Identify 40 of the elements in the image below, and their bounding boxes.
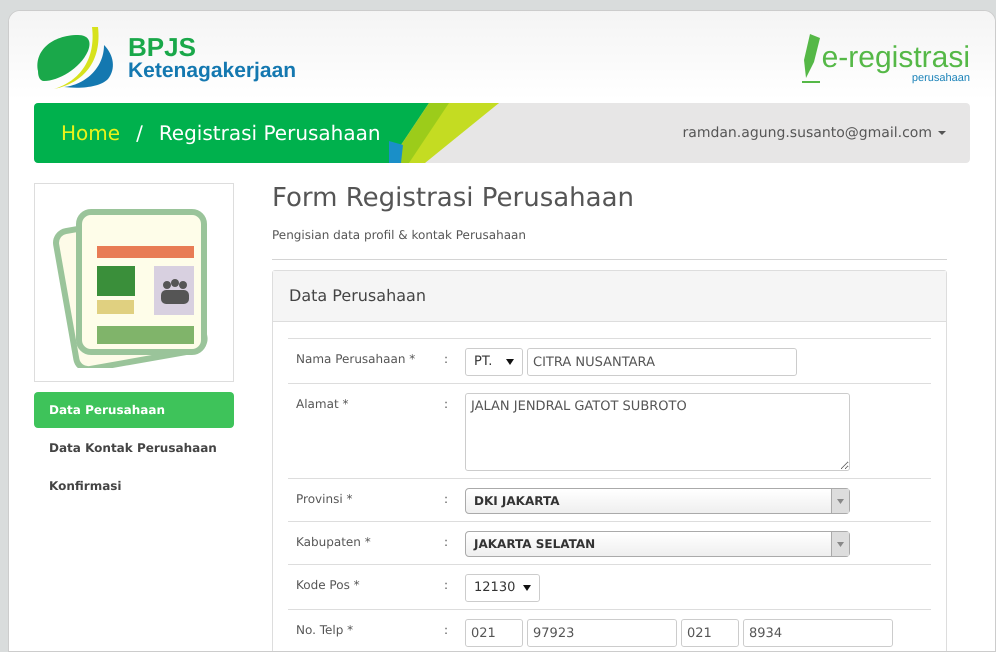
- dropdown-arrow-icon: [837, 498, 844, 504]
- logo-subtitle: Ketenagakerjaan: [128, 60, 296, 82]
- caret-icon: [938, 130, 946, 135]
- textarea-field[interactable]: JALAN JENDRAL GATOT SUBROTO: [465, 393, 850, 472]
- pen-icon: [800, 32, 822, 84]
- select-dropdown[interactable]: PT.: [465, 348, 523, 376]
- combo-dropdown[interactable]: DKI JAKARTA: [465, 488, 850, 514]
- sidebar-item[interactable]: Konfirmasi: [34, 468, 234, 504]
- colon-separator: :: [444, 577, 450, 594]
- field-label: Nama Perusahaan *: [296, 351, 416, 368]
- input-field[interactable]: 021: [465, 619, 523, 648]
- select-dropdown[interactable]: 12130: [465, 574, 540, 602]
- app-logo-title: e-registrasi: [822, 43, 970, 73]
- sidebar-item[interactable]: Data Kontak Perusahaan: [34, 430, 234, 466]
- logo-title: BPJS: [128, 34, 196, 60]
- dropdown-arrow-icon: [506, 359, 514, 366]
- colon-separator: :: [444, 351, 450, 368]
- colon-separator: :: [444, 396, 450, 414]
- colon-separator: :: [444, 534, 450, 552]
- colon-separator: :: [444, 622, 450, 640]
- user-menu[interactable]: ramdan.agung.susanto@gmail.com: [682, 122, 970, 144]
- field-label: Kabupaten *: [296, 534, 372, 552]
- input-field[interactable]: 021: [681, 619, 739, 648]
- breadcrumb-separator: /: [136, 120, 143, 147]
- page-title: Form Registrasi Perusahaan: [272, 183, 635, 214]
- page-subtitle: Pengisian data profil & kontak Perusahaan: [272, 227, 528, 244]
- combo-dropdown[interactable]: JAKARTA SELATAN: [465, 531, 850, 558]
- app-logo-subtitle: perusahaan: [912, 73, 970, 84]
- input-field[interactable]: 8934: [743, 619, 893, 648]
- field-label: Alamat *: [296, 396, 350, 414]
- field-label: Provinsi *: [296, 491, 354, 508]
- dropdown-arrow-icon: [523, 585, 531, 592]
- field-label: Kode Pos *: [296, 577, 361, 594]
- input-field[interactable]: CITRA NUSANTARA: [527, 348, 797, 376]
- colon-separator: :: [444, 491, 450, 508]
- dropdown-arrow-icon: [837, 542, 844, 547]
- panel-header: Data Perusahaan: [273, 271, 946, 322]
- breadcrumb-current: Registrasi Perusahaan: [158, 120, 381, 147]
- field-label: No. Telp *: [296, 622, 354, 640]
- input-field[interactable]: 97923: [527, 619, 677, 648]
